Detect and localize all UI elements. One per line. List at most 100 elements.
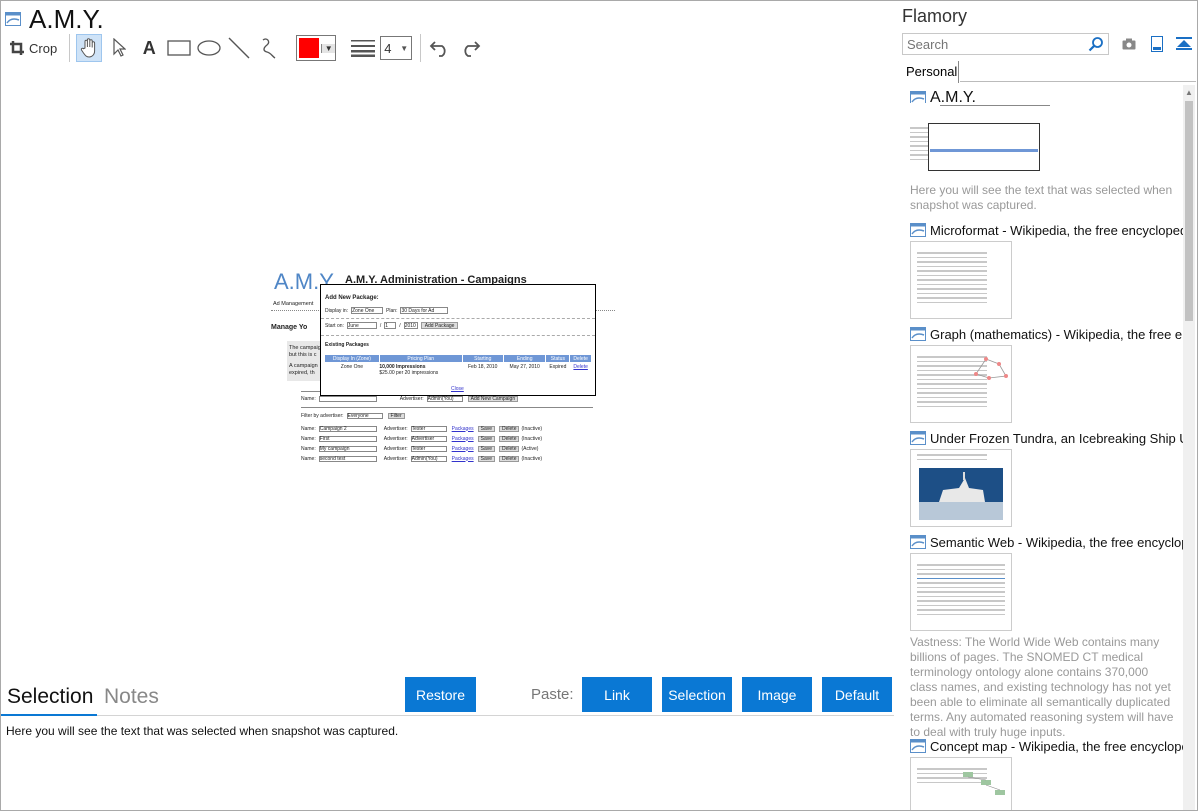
paste-label: Paste: [531, 686, 574, 703]
undo-button[interactable] [427, 34, 453, 62]
list-item[interactable]: Concept map - Wikipedia, the free encycl… [910, 737, 1183, 810]
list-item[interactable]: Graph (mathematics) - Wikipedia, the fre… [910, 325, 1183, 423]
snapshot-text: A campaign [289, 363, 318, 369]
snapshot-text: Name: [301, 435, 316, 442]
snapshot-dialog-row: Start on: June/ 1/ 2010 Add Package [325, 322, 459, 329]
snapshot-button: Save [477, 425, 496, 432]
snapshot-text: (Active) [521, 445, 539, 452]
snapshot-field: Tester [410, 445, 447, 452]
snapshot-image[interactable]: A.M.Y. A.M.Y. Administration - Campaigns… [271, 267, 615, 464]
redo-button[interactable] [457, 34, 483, 62]
snapshot-text: $25.00 per 20 impressions [379, 370, 439, 376]
list-item-title: Semantic Web - Wikipedia, the free encyc… [930, 534, 1183, 550]
snapshot-info-box: The campaig but this is c A campaign exp… [287, 341, 323, 381]
freehand-tool-button[interactable] [256, 34, 282, 62]
page-icon [5, 12, 21, 26]
cursor-arrow-icon [113, 38, 127, 57]
panel-title: Flamory [902, 6, 968, 26]
snapshot-text: Name: [301, 395, 316, 402]
tab-notes[interactable]: Notes [104, 685, 159, 709]
list-item-thumbnail [910, 345, 1012, 423]
snapshot-cell: Delete [570, 363, 592, 377]
snapshot-divider [321, 335, 595, 336]
snapshot-dialog-title: Add New Package: [325, 295, 379, 301]
paste-default-button[interactable]: Default [822, 677, 892, 712]
crop-button[interactable]: Crop [5, 34, 61, 62]
snapshot-text: Existing Packages [325, 342, 369, 348]
search-input[interactable] [907, 36, 1077, 52]
snapshot-field [318, 395, 377, 402]
list-item[interactable]: Microformat - Wikipedia, the free encycl… [910, 221, 1183, 319]
line-tool-button[interactable] [226, 34, 252, 62]
notes-bar: Selection Notes Restore Paste: Link Sele… [1, 677, 894, 717]
title-row: A.M.Y. [5, 4, 104, 34]
snapshot-text: The campaig [289, 345, 321, 351]
snapshot-field: second test [318, 455, 377, 462]
undo-icon [429, 41, 446, 57]
snapshot-text: Advertiser: [399, 395, 424, 402]
snapshot-divider [301, 407, 593, 408]
snapshot-list: A.M.Y. Here you will see the text that w… [896, 85, 1183, 810]
list-item-thumbnail [910, 553, 1012, 631]
ellipse-tool-button[interactable] [196, 34, 222, 62]
tab-selection[interactable]: Selection [7, 685, 93, 709]
select-tool-button[interactable] [106, 34, 132, 62]
snapshot-link: Packages [451, 455, 474, 462]
snapshot-cell: Zone One [340, 364, 364, 370]
document-button[interactable] [1148, 35, 1166, 53]
line-width-select[interactable]: 4 ▼ [380, 36, 413, 60]
snapshot-text: Display in: [325, 307, 349, 314]
list-item-header: Graph (mathematics) - Wikipedia, the fre… [910, 325, 1183, 343]
line-width-icon [350, 34, 376, 62]
list-item-title: Graph (mathematics) - Wikipedia, the fre… [930, 326, 1183, 342]
scrollbar-thumb[interactable] [1185, 101, 1193, 321]
page-icon [910, 223, 926, 237]
collapse-button[interactable] [1175, 35, 1193, 53]
list-item[interactable]: A.M.Y. Here you will see the text that w… [910, 89, 1183, 213]
snapshot-field: First [318, 435, 377, 442]
list-item-title: Concept map - Wikipedia, the free encycl… [930, 738, 1183, 754]
snapshot-button: Delete [499, 425, 520, 432]
list-item-header: Under Frozen Tundra, an Icebreaking Ship… [910, 429, 1183, 447]
text-tool-button[interactable]: A [136, 34, 162, 62]
color-picker[interactable]: ▼ [296, 35, 337, 61]
list-item[interactable]: Under Frozen Tundra, an Icebreaking Ship… [910, 429, 1183, 527]
tab-personal[interactable]: Personal [901, 61, 959, 83]
paste-link-button[interactable]: Link [582, 677, 652, 712]
snapshot-field: 2010 [403, 322, 418, 329]
scroll-up-icon[interactable]: ▲ [1185, 88, 1193, 97]
snapshot-button: Save [477, 445, 496, 452]
snapshot-column-header: Ending [502, 354, 547, 363]
editor-pane: A.M.Y. Crop A ▼ 4 ▼ A.M.Y. A.M.Y. Admini… [1, 1, 896, 811]
snapshot-campaign-row: Name: Campaign 2 Advertiser: Tester Packages… [301, 424, 597, 433]
snapshot-table-row: Zone One 10,000 Impressions $25.00 per 2… [325, 363, 592, 377]
document-icon [1151, 36, 1163, 52]
list-item[interactable]: Semantic Web - Wikipedia, the free encyc… [910, 533, 1183, 740]
ellipse-icon [197, 40, 221, 56]
selection-text-area[interactable]: Here you will see the text that was sele… [6, 724, 398, 738]
snapshot-field: 30 Days for Ad [400, 307, 449, 314]
paste-selection-button[interactable]: Selection [662, 677, 732, 712]
crop-label: Crop [29, 40, 58, 56]
hand-tool-button[interactable] [76, 34, 103, 62]
list-item-description: Here you will see the text that was sele… [910, 183, 1173, 212]
snapshot-field: Admin(You) [410, 455, 447, 462]
list-scrollbar[interactable]: ▲ [1183, 85, 1195, 810]
snapshot-button: Save [477, 455, 496, 462]
snapshot-field: My campaign [318, 445, 377, 452]
redo-icon [464, 41, 481, 57]
rectangle-icon [167, 40, 191, 56]
snapshot-subnav: Ad Management [273, 301, 314, 307]
snapshot-field: Zone One [351, 307, 384, 314]
restore-button[interactable]: Restore [405, 677, 476, 712]
crop-icon [10, 41, 24, 55]
list-item-thumbnail [910, 449, 1012, 527]
camera-button[interactable] [1120, 35, 1138, 53]
tabs-divider [1, 715, 894, 716]
search-box[interactable] [902, 33, 1109, 55]
paste-image-button[interactable]: Image [742, 677, 812, 712]
active-tab-indicator [1, 714, 97, 716]
search-icon[interactable] [1088, 36, 1104, 52]
snapshot-field: 1 [384, 322, 397, 329]
rectangle-tool-button[interactable] [166, 34, 192, 62]
